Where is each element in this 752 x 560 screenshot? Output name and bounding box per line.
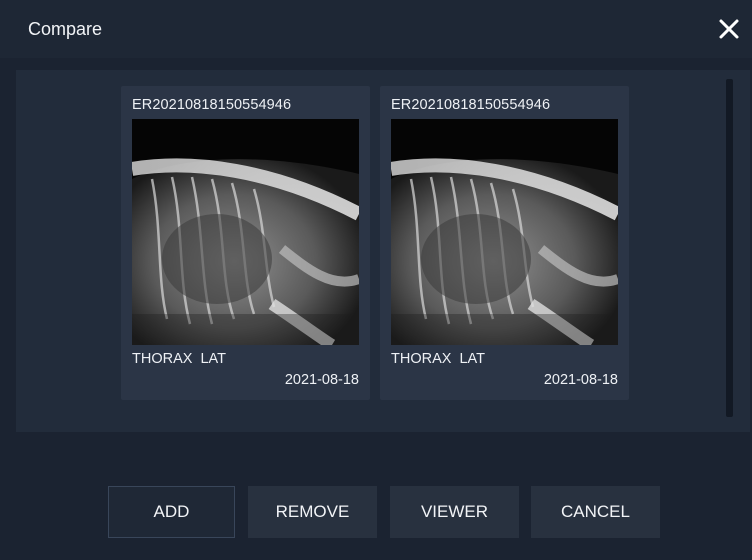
cancel-button[interactable]: CANCEL <box>531 486 660 538</box>
dialog-title: Compare <box>28 19 103 39</box>
compare-dialog: Compare ER20210818150554946 THORAX LAT 2… <box>0 0 752 560</box>
viewer-button[interactable]: VIEWER <box>390 486 519 538</box>
study-date: 2021-08-18 <box>543 372 618 388</box>
study-id: ER20210818150554946 <box>391 97 551 113</box>
close-icon[interactable] <box>714 14 744 44</box>
xray-thumbnail[interactable] <box>132 119 359 345</box>
study-date: 2021-08-18 <box>284 372 359 388</box>
exam-label: THORAX LAT <box>132 351 226 367</box>
exam-label: THORAX LAT <box>391 351 485 367</box>
dialog-titlebar: Compare <box>0 0 752 58</box>
xray-thumbnail[interactable] <box>391 119 618 345</box>
add-button[interactable]: ADD <box>108 486 235 538</box>
study-card[interactable]: ER20210818150554946 THORAX LAT 2021-08-1… <box>121 86 370 400</box>
remove-button[interactable]: REMOVE <box>248 486 377 538</box>
study-id: ER20210818150554946 <box>132 97 292 113</box>
panel-scrollbar[interactable] <box>726 79 733 417</box>
study-card[interactable]: ER20210818150554946 THORAX LAT 2021-08-1… <box>380 86 629 400</box>
